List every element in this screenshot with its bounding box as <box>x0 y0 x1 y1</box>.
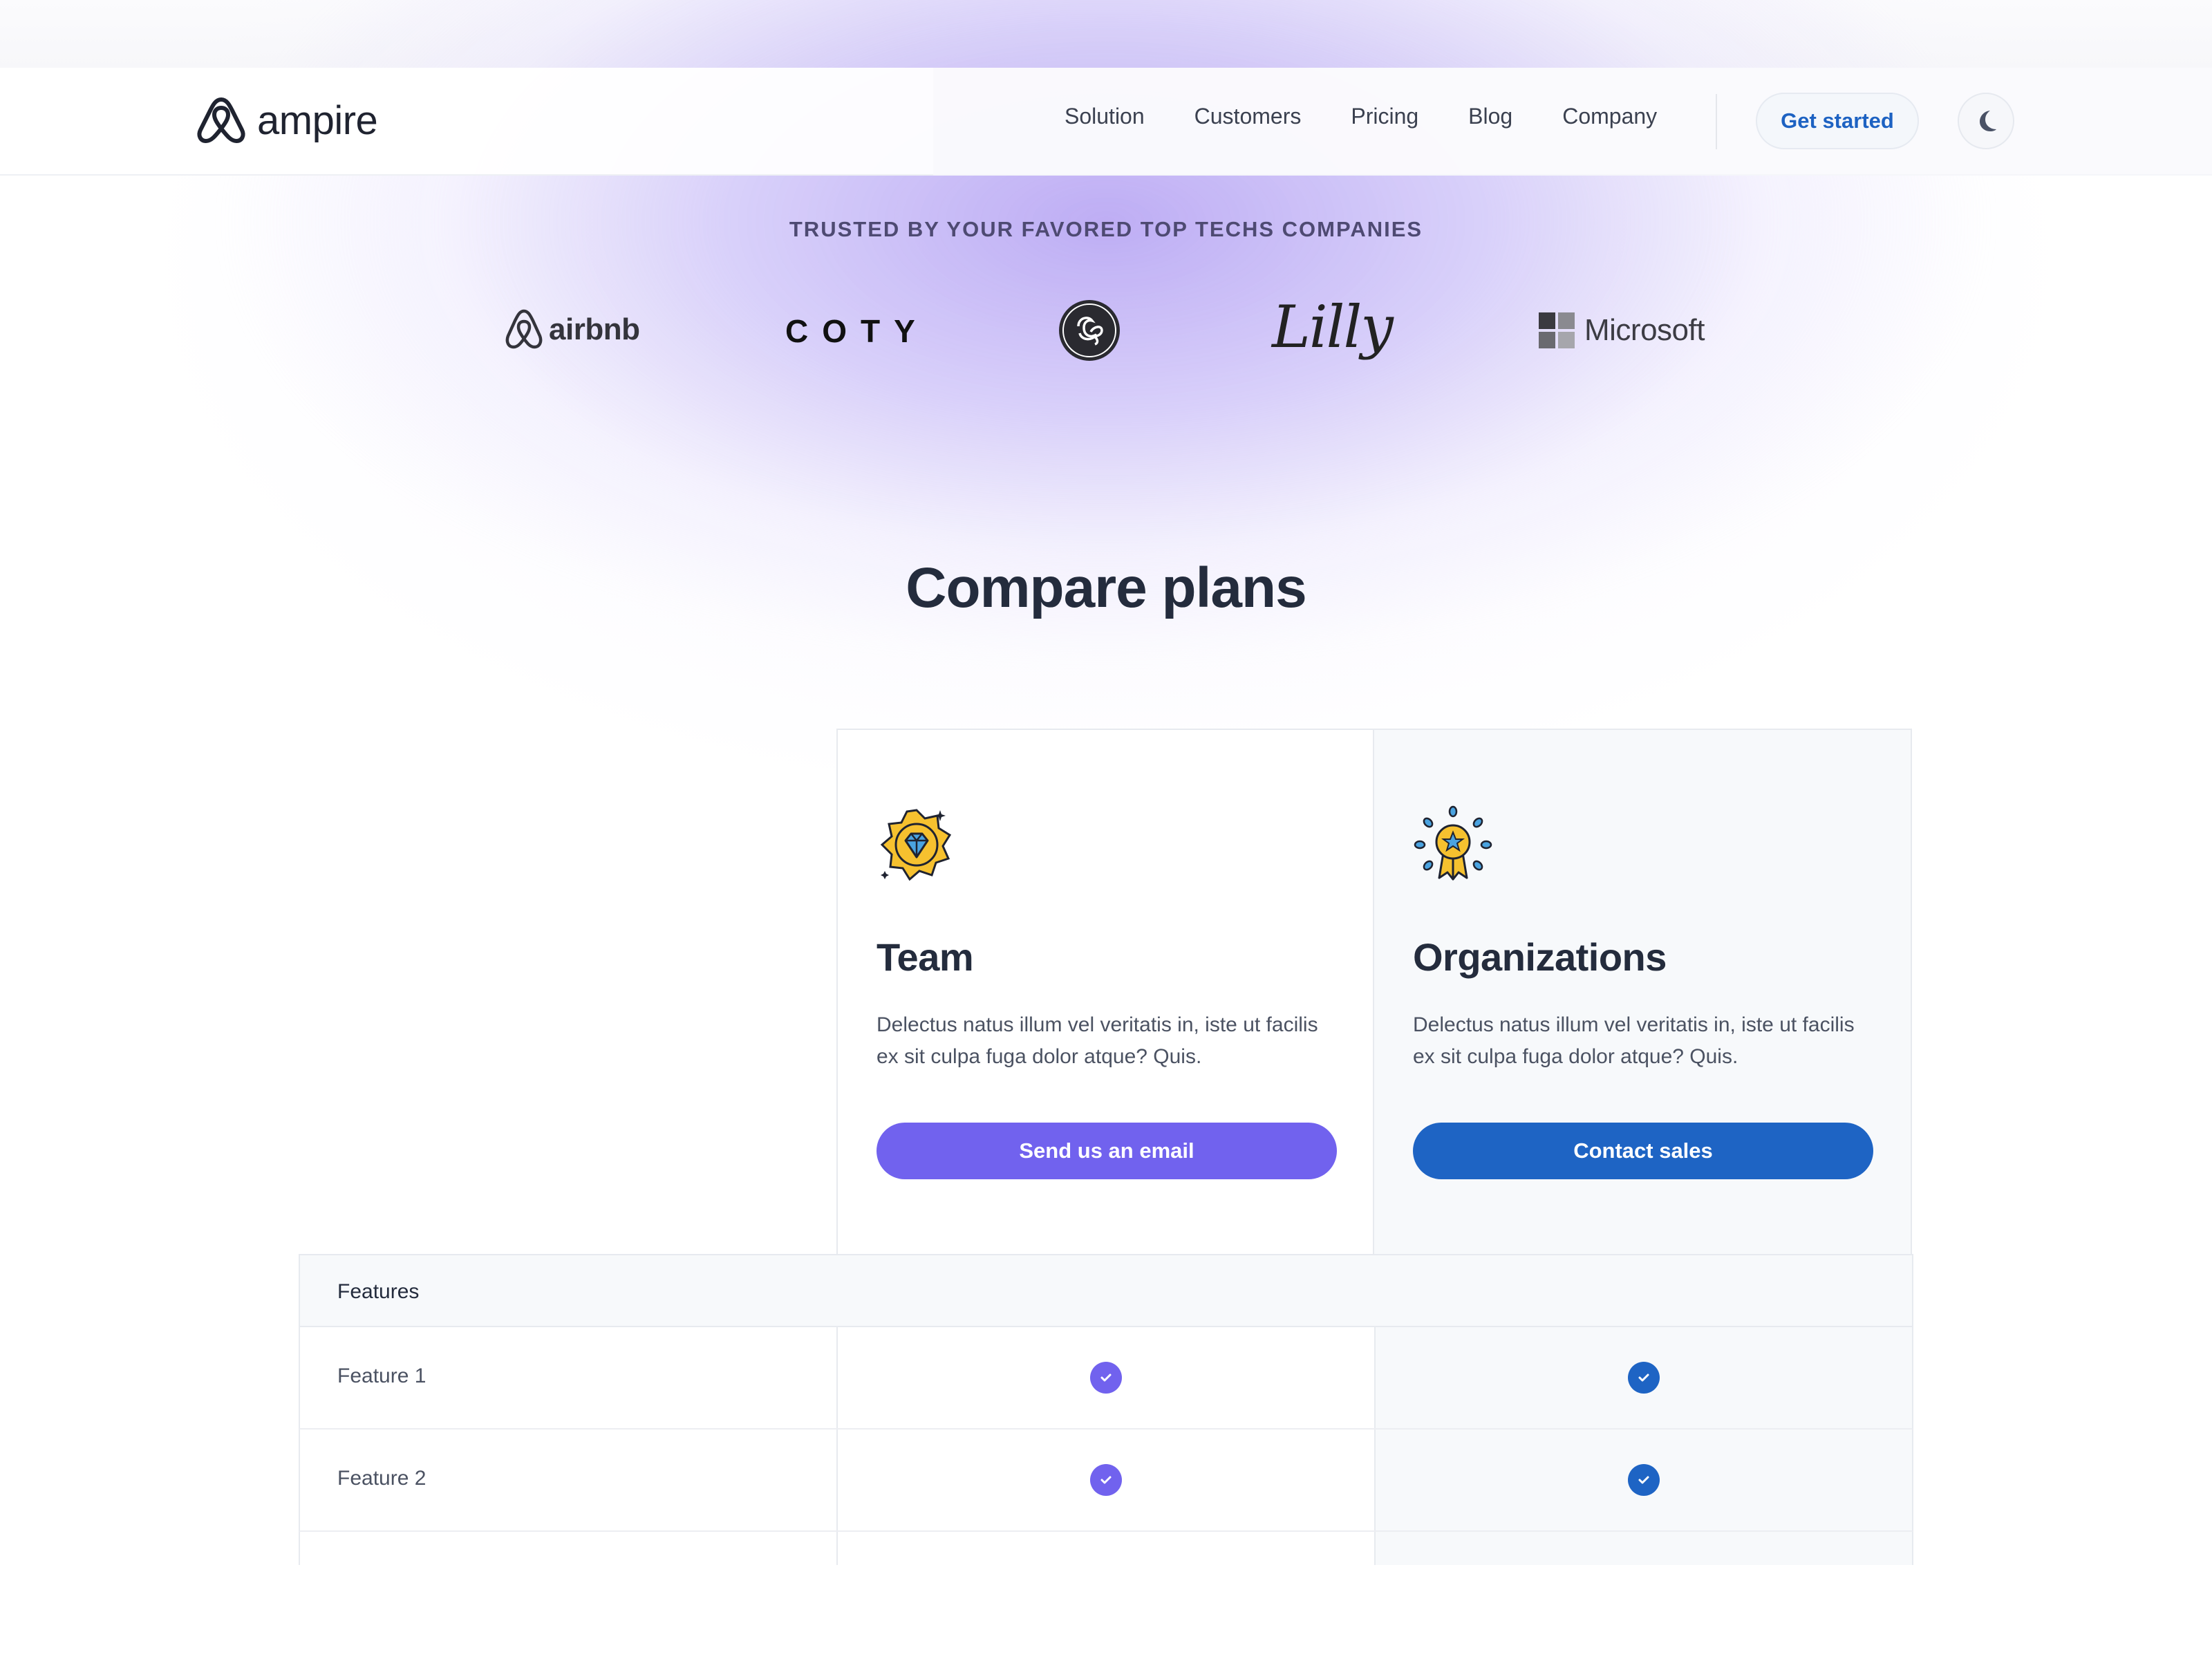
plan-card-organizations: Organizations Delectus natus illum vel v… <box>1374 729 1912 1255</box>
check-icon <box>1628 1464 1660 1496</box>
moon-icon <box>1980 111 1996 131</box>
features-header: Features <box>299 1254 1913 1327</box>
nav-divider <box>1716 94 1717 149</box>
contact-sales-button[interactable]: Contact sales <box>1413 1123 1873 1179</box>
organizations-cell <box>1374 1430 1912 1530</box>
features-header-label: Features <box>337 1280 420 1303</box>
page-title: Compare plans <box>906 556 1306 619</box>
team-cell <box>836 1430 1374 1530</box>
brand-name: ampire <box>257 97 378 143</box>
table-row-partial <box>299 1532 1913 1565</box>
feature-label: Feature 2 <box>337 1467 427 1490</box>
table-row: Feature 1 <box>299 1327 1913 1430</box>
feature-label: Feature 1 <box>337 1365 427 1387</box>
theme-toggle-button[interactable] <box>1958 93 2014 149</box>
check-icon <box>1090 1362 1122 1394</box>
nav-link-pricing[interactable]: Pricing <box>1351 104 1418 129</box>
lilly-logo: Lilly <box>1272 293 1394 361</box>
nav-link-customers[interactable]: Customers <box>1194 104 1302 129</box>
plan-description: Delectus natus illum vel veritatis in, i… <box>877 1013 1318 1068</box>
microsoft-logo: Microsoft <box>1539 312 1705 348</box>
get-started-button[interactable]: Get started <box>1756 93 1919 149</box>
bottom-strip <box>0 1565 2212 1659</box>
airbnb-logo: airbnb <box>505 308 640 351</box>
diamond-badge-icon <box>880 809 952 881</box>
microsoft-squares-icon <box>1539 312 1575 348</box>
airbnb-wordmark: airbnb <box>549 312 640 346</box>
page: ampire Solution Customers Pricing Blog C… <box>0 0 2212 1659</box>
table-row: Feature 2 <box>299 1430 1913 1532</box>
main-nav: Solution Customers Pricing Blog Company <box>1065 104 1707 129</box>
nav-link-blog[interactable]: Blog <box>1468 104 1512 129</box>
organizations-cell <box>1374 1327 1912 1428</box>
team-cell <box>836 1532 1374 1565</box>
ge-logo <box>1058 299 1121 362</box>
send-email-button[interactable]: Send us an email <box>877 1123 1337 1179</box>
brand-logo[interactable]: ampire <box>195 95 378 145</box>
organizations-cell <box>1374 1532 1912 1565</box>
airbnb-icon <box>505 309 543 349</box>
check-icon <box>1628 1362 1660 1394</box>
microsoft-wordmark: Microsoft <box>1584 313 1705 347</box>
plan-description: Delectus natus illum vel veritatis in, i… <box>1413 1013 1855 1068</box>
nav-link-solution[interactable]: Solution <box>1065 104 1145 129</box>
check-icon <box>1090 1464 1122 1496</box>
navbar: ampire Solution Customers Pricing Blog C… <box>0 68 2212 176</box>
plan-card-team: Team Delectus natus illum vel veritatis … <box>836 729 1374 1255</box>
coty-logo: COTY <box>785 313 929 349</box>
award-medal-icon <box>1414 805 1492 881</box>
ampire-logo-icon <box>197 97 245 143</box>
trusted-by-heading: TRUSTED BY YOUR FAVORED TOP TECHS COMPAN… <box>789 217 1423 241</box>
plan-name: Team <box>877 935 974 979</box>
nav-link-company[interactable]: Company <box>1562 104 1657 129</box>
team-cell <box>836 1327 1374 1428</box>
ge-monogram-icon <box>1059 300 1120 361</box>
plan-name: Organizations <box>1413 935 1667 979</box>
